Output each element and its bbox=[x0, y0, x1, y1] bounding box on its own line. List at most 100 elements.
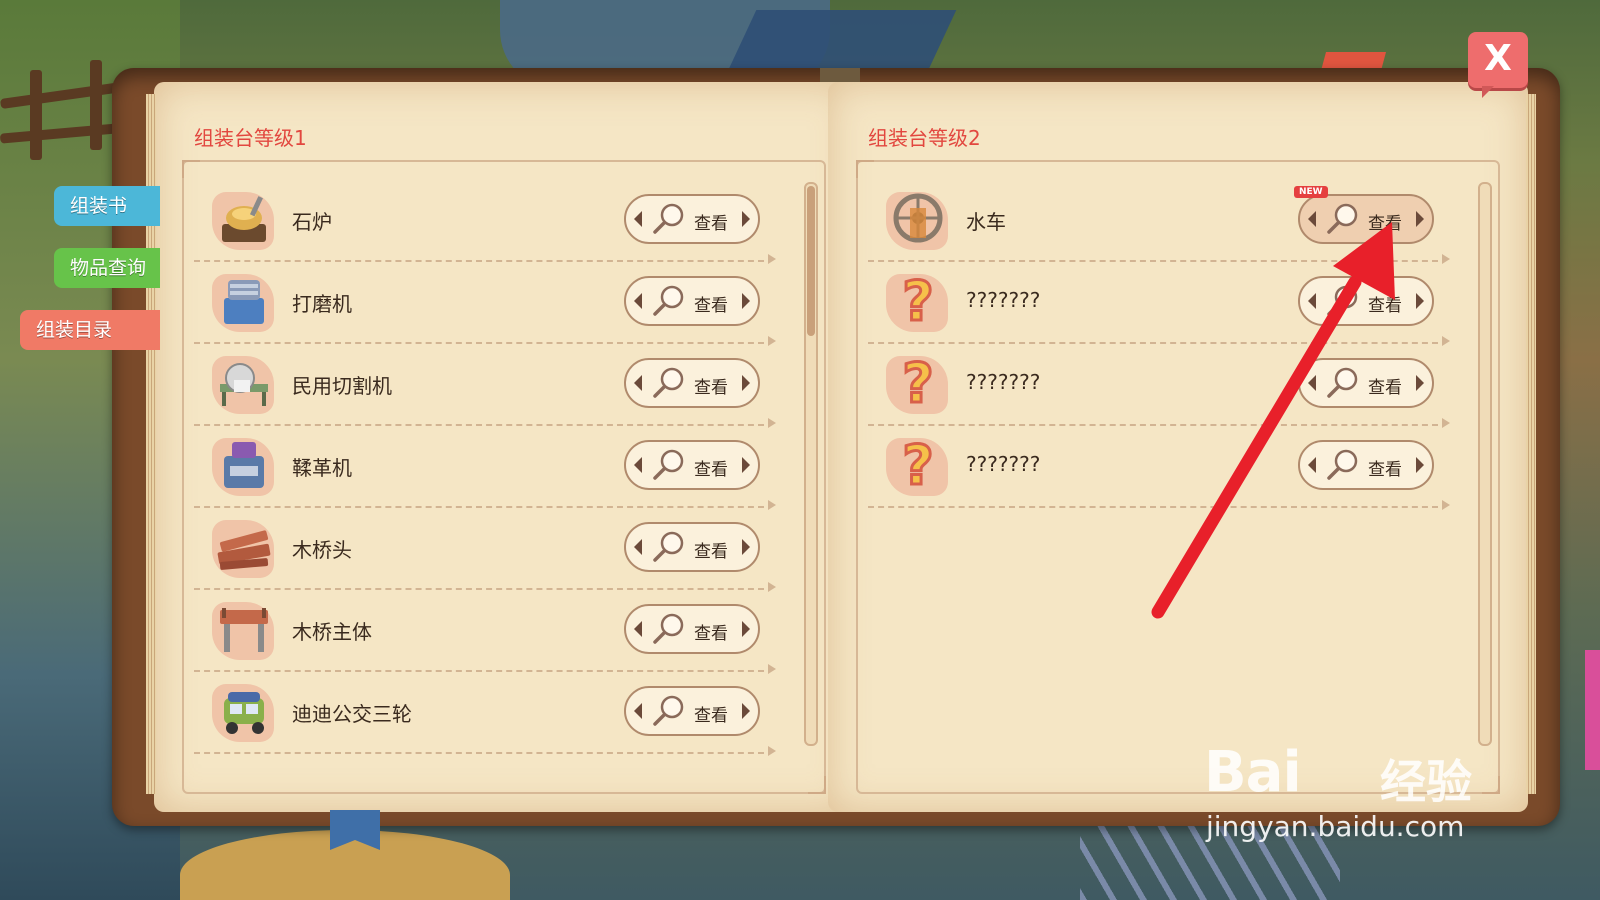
chevron-right-icon bbox=[742, 211, 750, 227]
view-button[interactable]: 查看 bbox=[624, 522, 760, 572]
watermark-logo: Bai bbox=[1204, 740, 1302, 805]
question-mark-icon: ? bbox=[888, 433, 948, 499]
view-button[interactable]: 查看 bbox=[624, 440, 760, 490]
svg-text:?: ? bbox=[902, 354, 933, 414]
close-button[interactable]: X bbox=[1468, 32, 1528, 98]
svg-text:?: ? bbox=[902, 436, 933, 496]
right-page: 组装台等级2 水车 查看 NEW???????? 查看???????? 查看??????… bbox=[828, 82, 1536, 812]
view-button[interactable]: 查看 bbox=[624, 686, 760, 736]
list-item: 水车 查看 NEW bbox=[868, 180, 1468, 264]
view-button[interactable]: 查看 bbox=[624, 276, 760, 326]
chevron-right-icon bbox=[1416, 375, 1424, 391]
chevron-left-icon bbox=[634, 211, 642, 227]
fence-post bbox=[90, 60, 102, 150]
view-button[interactable]: 查看 bbox=[1298, 440, 1434, 490]
view-button-label: 查看 bbox=[694, 460, 728, 480]
scrollbar[interactable] bbox=[804, 182, 818, 746]
magnifier-icon bbox=[1326, 366, 1360, 400]
chevron-left-icon bbox=[634, 457, 642, 473]
section-title-level2: 组装台等级2 bbox=[868, 126, 981, 150]
view-button[interactable]: 查看 bbox=[1298, 276, 1434, 326]
magnifier-icon bbox=[1326, 284, 1360, 318]
view-button-label: 查看 bbox=[1368, 296, 1402, 316]
item-name: ??????? bbox=[966, 370, 1041, 394]
list-item: 打磨机 查看 bbox=[194, 262, 794, 346]
item-name: 鞣革机 bbox=[292, 456, 352, 480]
fence-post bbox=[30, 70, 42, 160]
chevron-left-icon bbox=[1308, 293, 1316, 309]
magnifier-icon bbox=[652, 694, 686, 728]
bridge-head-icon bbox=[214, 518, 274, 578]
view-button[interactable]: 查看 bbox=[624, 194, 760, 244]
view-button-label: 查看 bbox=[694, 624, 728, 644]
chevron-left-icon bbox=[634, 539, 642, 555]
bridge-body-icon bbox=[214, 600, 274, 660]
tab-item-query[interactable]: 物品查询 bbox=[54, 248, 160, 288]
chevron-left-icon bbox=[634, 375, 642, 391]
row-divider bbox=[868, 500, 1450, 510]
tab-assembly-catalog[interactable]: 组装目录 bbox=[20, 310, 160, 350]
item-name: 打磨机 bbox=[292, 292, 352, 316]
magnifier-icon bbox=[652, 530, 686, 564]
view-button-label: 查看 bbox=[694, 214, 728, 234]
tricycle-icon bbox=[214, 682, 274, 742]
chevron-left-icon bbox=[1308, 457, 1316, 473]
list-item: 木桥头 查看 bbox=[194, 508, 794, 592]
list-item: 迪迪公交三轮 查看 bbox=[194, 672, 794, 756]
chevron-left-icon bbox=[1308, 375, 1316, 391]
magnifier-icon bbox=[1326, 202, 1360, 236]
view-button-label: 查看 bbox=[1368, 378, 1402, 398]
view-button[interactable]: 查看 bbox=[1298, 358, 1434, 408]
chevron-left-icon bbox=[634, 293, 642, 309]
item-name: ??????? bbox=[966, 288, 1041, 312]
tanning-machine-icon bbox=[214, 436, 274, 496]
watermark-url: jingyan.baidu.com bbox=[1206, 810, 1465, 843]
watermark-logo-suffix: 经验 bbox=[1380, 755, 1472, 809]
view-button[interactable]: 查看 bbox=[624, 604, 760, 654]
chevron-right-icon bbox=[742, 703, 750, 719]
magnifier-icon bbox=[1326, 448, 1360, 482]
close-icon: X bbox=[1484, 38, 1512, 79]
chevron-right-icon bbox=[742, 375, 750, 391]
tab-assembly-book[interactable]: 组装书 bbox=[54, 186, 160, 226]
view-button[interactable]: 查看 bbox=[624, 358, 760, 408]
grinder-icon bbox=[214, 272, 274, 332]
magnifier-icon bbox=[652, 612, 686, 646]
item-name: 木桥主体 bbox=[292, 620, 372, 644]
section-title-level1: 组装台等级1 bbox=[194, 126, 307, 150]
item-name: 民用切割机 bbox=[292, 374, 392, 398]
chevron-left-icon bbox=[1308, 211, 1316, 227]
list-item: ???????? 查看 bbox=[868, 426, 1468, 510]
item-name: 木桥头 bbox=[292, 538, 352, 562]
item-name: ??????? bbox=[966, 452, 1041, 476]
question-mark-icon: ? bbox=[888, 351, 948, 417]
magnifier-icon bbox=[652, 202, 686, 236]
view-button-label: 查看 bbox=[694, 378, 728, 398]
left-page: 组装台等级1 石炉 查看 打磨机 查看 民用切割机 查看 鞣革机 查看 木桥头 查看 木桥主体 查看迪… bbox=[146, 82, 854, 812]
chevron-right-icon bbox=[742, 293, 750, 309]
chevron-right-icon bbox=[1416, 211, 1424, 227]
question-mark-icon: ? bbox=[888, 269, 948, 335]
view-button[interactable]: 查看 NEW bbox=[1294, 186, 1434, 244]
cutting-machine-icon bbox=[214, 354, 274, 414]
chevron-left-icon bbox=[634, 703, 642, 719]
magnifier-icon bbox=[652, 284, 686, 318]
view-button-label: 查看 bbox=[1368, 460, 1402, 480]
list-item: 鞣革机 查看 bbox=[194, 426, 794, 510]
new-badge: NEW bbox=[1294, 186, 1328, 198]
scrollbar[interactable] bbox=[1478, 182, 1492, 746]
chevron-right-icon bbox=[742, 621, 750, 637]
chevron-right-icon bbox=[742, 457, 750, 473]
list-item: 木桥主体 查看 bbox=[194, 590, 794, 674]
item-name: 水车 bbox=[966, 210, 1006, 234]
scrollbar-thumb[interactable] bbox=[807, 186, 815, 336]
list-item: ???????? 查看 bbox=[868, 344, 1468, 428]
chevron-right-icon bbox=[1416, 457, 1424, 473]
stone-furnace-icon bbox=[214, 190, 274, 250]
row-divider bbox=[194, 746, 776, 756]
magnifier-icon bbox=[652, 448, 686, 482]
chevron-right-icon bbox=[742, 539, 750, 555]
view-button-label: 查看 bbox=[694, 542, 728, 562]
view-button-label: 查看 bbox=[694, 296, 728, 316]
chevron-right-icon bbox=[1416, 293, 1424, 309]
